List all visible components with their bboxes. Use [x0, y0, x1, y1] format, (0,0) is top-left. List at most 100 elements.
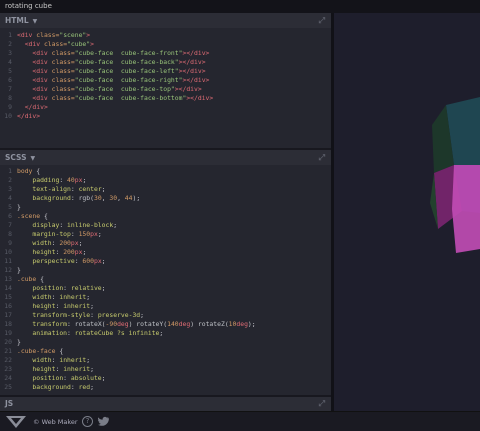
code-token: inherit — [59, 356, 87, 364]
code-line[interactable]: 16 height: inherit; — [0, 302, 94, 311]
code-token: 200 — [59, 239, 71, 247]
html-editor[interactable]: 1 <div class="scene"> 2 <div class="cube">… — [0, 28, 331, 148]
code-line[interactable]: 2 padding: 40px; — [0, 176, 86, 185]
code-line[interactable]: 12} — [0, 266, 21, 275]
code-token: "cube-face cube-face-top" — [74, 85, 175, 93]
code-line[interactable]: 14 position: relative; — [0, 284, 106, 293]
code-line[interactable]: 11 perspective: 600px; — [0, 257, 105, 266]
code-line[interactable]: 18 transform: rotateX(-90deg) rotateY(14… — [0, 320, 255, 329]
code-token: ; — [159, 329, 164, 337]
code-line[interactable]: 21 .cube-face { — [0, 347, 63, 356]
code-token: <div — [32, 49, 52, 57]
cube-face — [452, 165, 480, 253]
web-maker-logo-icon[interactable] — [6, 416, 26, 428]
code-token: ; — [136, 194, 141, 202]
code-line[interactable]: 24 position: absolute; — [0, 374, 105, 383]
code-line[interactable]: 7 display: inline-block; — [0, 221, 117, 230]
code-token: { — [40, 275, 44, 283]
code-token: display — [32, 221, 60, 229]
code-token: ) rotateZ( — [190, 320, 229, 328]
code-token: padding — [32, 176, 60, 184]
code-line[interactable]: 5 <div class="cube-face cube-face-left">… — [0, 67, 205, 76]
code-token: transform — [32, 320, 68, 328]
line-number: 19 — [4, 329, 12, 337]
brand-link[interactable]: © Web Maker — [33, 418, 78, 426]
expand-icon[interactable]: ⤢ — [319, 397, 325, 411]
line-number: 14 — [4, 284, 12, 292]
code-line[interactable]: 25 background: red; — [0, 383, 94, 392]
code-token: center — [78, 185, 102, 193]
line-number: 17 — [4, 311, 12, 319]
code-line[interactable]: 6 .scene { — [0, 212, 48, 221]
code-line[interactable]: 3 text-align: center; — [0, 185, 105, 194]
js-panel-header[interactable]: JS ⤢ — [0, 397, 331, 411]
code-line[interactable]: 10 height: 200px; — [0, 248, 86, 257]
code-line[interactable]: 8 <div class="cube-face cube-face-bottom… — [0, 94, 213, 103]
code-token: transform-style — [32, 311, 91, 319]
twitter-icon[interactable] — [98, 416, 110, 427]
line-number: 5 — [8, 67, 12, 75]
code-token: deg — [117, 320, 129, 328]
code-token: <div — [32, 94, 52, 102]
code-line[interactable]: 15 width: inherit; — [0, 293, 90, 302]
code-token: ; — [101, 284, 106, 292]
code-line[interactable]: 10 </div> — [0, 112, 40, 121]
code-line[interactable]: 6 <div class="cube-face cube-face-right"… — [0, 76, 209, 85]
code-line[interactable]: 23 height: inherit; — [0, 365, 94, 374]
scss-panel-title: SCSS — [5, 153, 27, 162]
code-line[interactable]: 9 width: 200px; — [0, 239, 82, 248]
code-token: rotateCube ?s infinite — [74, 329, 160, 337]
code-token: animation — [32, 329, 68, 337]
code-line[interactable]: 17 transform-style: preserve-3d; — [0, 311, 144, 320]
html-panel-header[interactable]: HTML ▼ ⤢ — [0, 13, 331, 28]
line-number: 21 — [4, 347, 12, 355]
line-number: 13 — [4, 275, 12, 283]
code-token: , — [117, 194, 125, 202]
code-line[interactable]: 13 .cube { — [0, 275, 44, 284]
code-line[interactable]: 1 body { — [0, 167, 40, 176]
code-token: .cube-face — [17, 347, 60, 355]
window-title: rotating cube — [5, 2, 52, 10]
code-token: ></div> — [182, 76, 210, 84]
code-line[interactable]: 4 background: rgb(30, 30, 44); — [0, 194, 140, 203]
code-line[interactable]: 3 <div class="cube-face cube-face-front"… — [0, 49, 209, 58]
code-token: rgb( — [78, 194, 94, 202]
code-token: px — [70, 239, 79, 247]
code-token: { — [43, 212, 48, 220]
code-line[interactable]: 22 width: inherit; — [0, 356, 90, 365]
line-number: 20 — [4, 338, 12, 346]
scss-editor[interactable]: 1 body {2 padding: 40px; 3 text-align: cen… — [0, 165, 331, 395]
code-line[interactable]: 5} — [0, 203, 21, 212]
code-line[interactable]: 2 <div class="cube"> — [0, 40, 94, 49]
code-line[interactable]: 20} — [0, 338, 21, 347]
expand-icon[interactable]: ⤢ — [319, 13, 325, 28]
code-line[interactable]: 4 <div class="cube-face cube-face-back">… — [0, 58, 205, 67]
chevron-down-icon[interactable]: ▼ — [31, 151, 36, 166]
code-token: : — [70, 194, 79, 202]
code-token: <div — [32, 85, 52, 93]
code-token: px — [93, 257, 102, 265]
code-token: 140 — [167, 320, 179, 328]
scss-panel-header[interactable]: SCSS ▼ ⤢ — [0, 150, 331, 165]
help-icon[interactable]: ? — [82, 416, 93, 427]
code-token: <div — [32, 76, 52, 84]
code-line[interactable]: 8 margin-top: 150px; — [0, 230, 102, 239]
code-line[interactable]: 19 animation: rotateCube ?s infinite; — [0, 329, 163, 338]
code-line[interactable]: 9 </div> — [0, 103, 48, 112]
chevron-down-icon[interactable]: ▼ — [33, 14, 38, 29]
code-line[interactable]: 1 <div class="scene"> — [0, 31, 90, 40]
code-line[interactable]: 7 <div class="cube-face cube-face-top"><… — [0, 85, 202, 94]
rotating-cube-preview — [430, 97, 480, 253]
expand-icon[interactable]: ⤢ — [319, 150, 325, 165]
